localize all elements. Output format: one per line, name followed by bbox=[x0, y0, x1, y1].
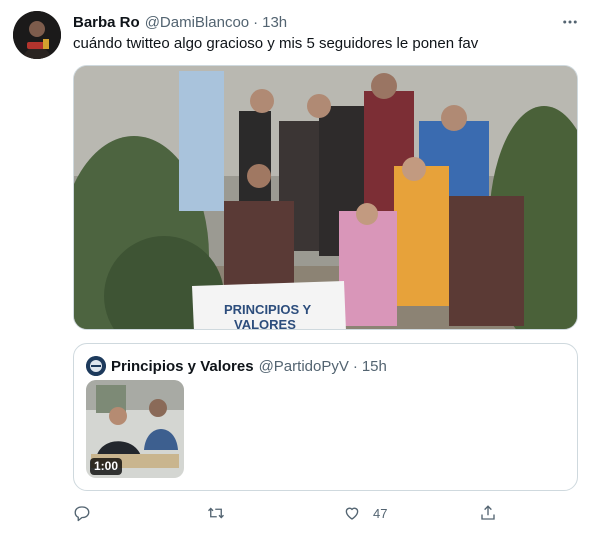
quoted-header: Principios y Valores @PartidoPyV · 15h bbox=[111, 356, 387, 376]
retweet-icon bbox=[208, 507, 224, 519]
tweet-time[interactable]: 13h bbox=[262, 14, 287, 31]
share-icon bbox=[481, 505, 495, 520]
quoted-author-handle[interactable]: @PartidoPyV bbox=[259, 358, 349, 375]
author-handle[interactable]: @DamiBlancoo bbox=[145, 14, 249, 31]
more-icon bbox=[563, 20, 577, 24]
banner-text-line1: PRINCIPIOS Y bbox=[224, 302, 312, 317]
share-button[interactable] bbox=[479, 501, 497, 525]
separator-dot: · bbox=[253, 13, 259, 31]
tweet-actions: 47 bbox=[73, 501, 503, 525]
reply-icon bbox=[74, 506, 90, 522]
author-name[interactable]: Barba Ro bbox=[73, 14, 140, 31]
video-duration: 1:00 bbox=[90, 458, 123, 475]
tweet-header: Barba Ro @DamiBlancoo · 13h bbox=[73, 12, 287, 32]
like-button[interactable]: 47 bbox=[343, 501, 387, 525]
tweet[interactable]: Barba Ro @DamiBlancoo · 13h cuándo twitt… bbox=[0, 0, 589, 533]
avatar[interactable] bbox=[13, 11, 61, 59]
quoted-time[interactable]: 15h bbox=[362, 358, 387, 375]
tweet-media-photo[interactable]: PRINCIPIOS Y VALORES bbox=[73, 65, 578, 330]
quoted-avatar[interactable] bbox=[86, 356, 106, 376]
retweet-button[interactable] bbox=[207, 501, 225, 525]
quoted-tweet[interactable]: Principios y Valores @PartidoPyV · 15h 1… bbox=[73, 343, 578, 491]
more-options-button[interactable] bbox=[560, 12, 580, 32]
quoted-separator-dot: · bbox=[352, 357, 358, 375]
heart-icon bbox=[345, 507, 359, 520]
reply-button[interactable] bbox=[73, 501, 91, 525]
quoted-author-name[interactable]: Principios y Valores bbox=[111, 358, 254, 375]
banner-text-line2: VALORES bbox=[234, 317, 296, 330]
like-count: 47 bbox=[373, 505, 388, 521]
tweet-text: cuándo twitteo algo gracioso y mis 5 seg… bbox=[73, 35, 479, 52]
